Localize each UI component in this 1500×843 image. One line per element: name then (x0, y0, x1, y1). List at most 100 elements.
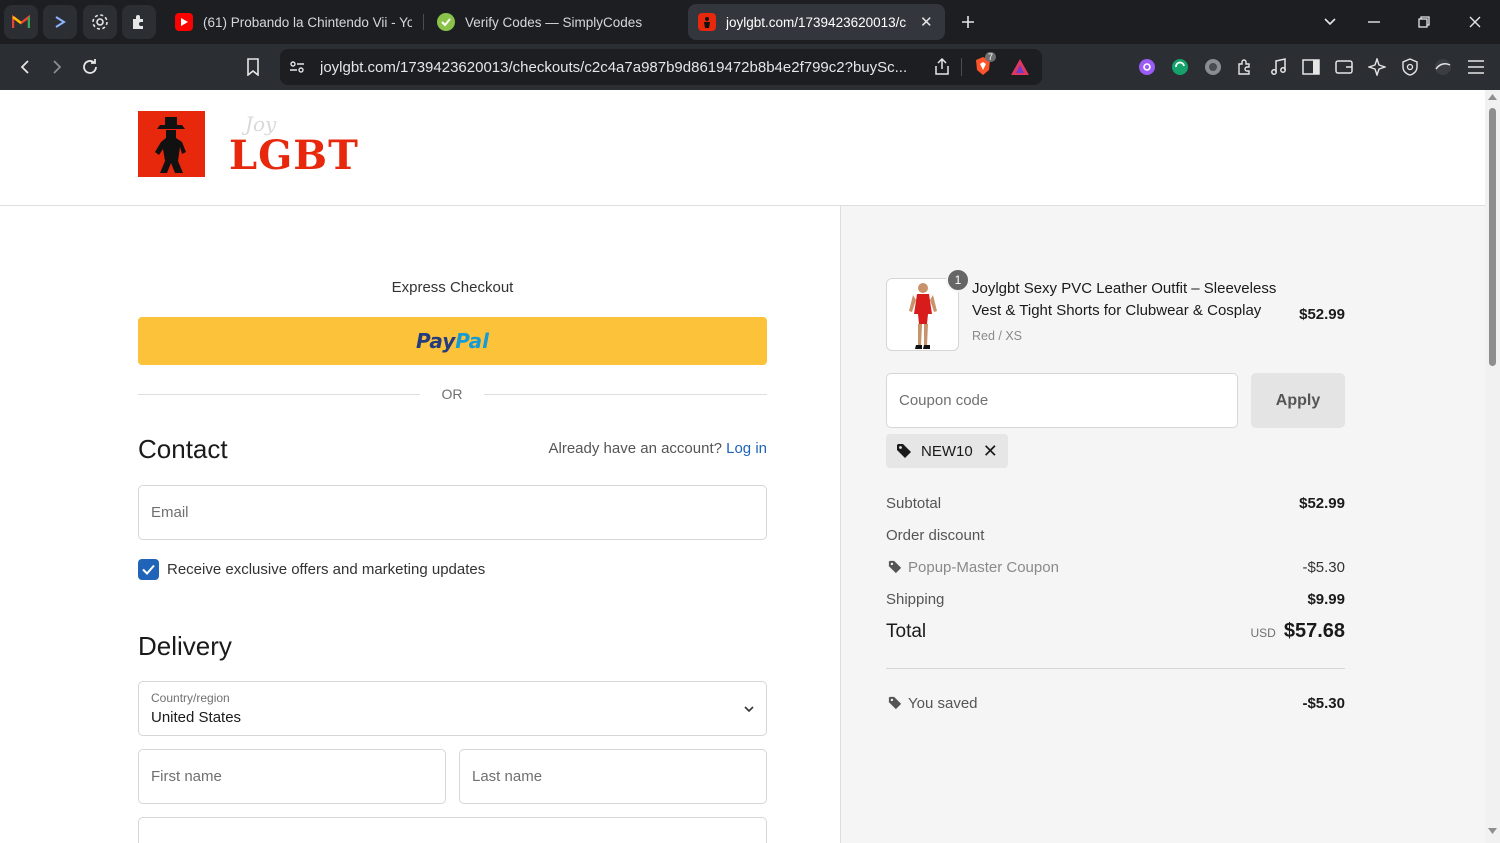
extension-grey-icon[interactable] (1202, 56, 1224, 78)
profile-avatar-icon[interactable] (1432, 56, 1454, 78)
chevron-down-icon (744, 706, 754, 713)
puzzle-icon (133, 15, 143, 29)
back-arrow-icon[interactable] (13, 55, 37, 79)
tab-joylgbt-active[interactable]: joylgbt.com/1739423620013/ch ✕ (688, 4, 945, 40)
applied-coupon-chip: NEW10 ✕ (886, 434, 1008, 468)
extension-green-icon[interactable] (1169, 56, 1191, 78)
gmail-icon (12, 15, 30, 28)
tab-title: joylgbt.com/1739423620013/ch (726, 14, 906, 30)
brave-shields-icon[interactable]: 7 (974, 52, 997, 78)
marketing-checkbox[interactable] (138, 559, 159, 580)
tab-simplycodes[interactable]: Verify Codes — SimplyCodes (437, 4, 677, 40)
paypal-logo-pal: Pal (455, 329, 490, 353)
login-link[interactable]: Log in (726, 440, 767, 457)
total-label: Total (886, 621, 927, 642)
you-saved-value: -$5.30 (1302, 695, 1345, 712)
product-thumbnail (886, 278, 959, 351)
play-arrow-icon (55, 16, 66, 28)
email-field[interactable] (138, 485, 767, 540)
extensions-pinned-tab[interactable] (122, 5, 156, 39)
first-name-input[interactable] (139, 750, 445, 803)
shipping-label: Shipping (886, 591, 945, 608)
last-name-input[interactable] (460, 750, 766, 803)
forward-arrow-icon[interactable] (45, 55, 69, 79)
menu-hamburger-icon[interactable] (1465, 56, 1487, 78)
scrollbar-thumb[interactable] (1489, 108, 1496, 366)
product-variant: Red / XS (972, 329, 1023, 343)
product-title: Joylgbt Sexy PVC Leather Outfit – Sleeve… (972, 280, 1277, 319)
close-tab-icon[interactable]: ✕ (920, 13, 933, 31)
product-price: $52.99 (1299, 306, 1345, 323)
email-input[interactable] (139, 486, 766, 539)
coupon-input[interactable] (887, 374, 1237, 427)
last-name-field[interactable] (459, 749, 767, 804)
tab-title: (61) Probando la Chintendo Vii - Yo (203, 14, 412, 30)
address-bar[interactable]: joylgbt.com/1739423620013/checkouts/c2c4… (280, 49, 1042, 85)
checkout-page: Joy LGBT Express Checkout PayPal OR Cont… (0, 90, 1485, 843)
site-settings-icon[interactable] (289, 59, 305, 75)
close-window-icon[interactable] (1463, 10, 1487, 34)
check-icon (437, 13, 455, 31)
music-note-icon[interactable] (1267, 56, 1289, 78)
discount-tag-icon (888, 560, 902, 574)
or-divider-left (138, 394, 420, 395)
discount-value: -$5.30 (1302, 559, 1345, 576)
subtotal-label: Subtotal (886, 495, 942, 512)
paypal-button[interactable]: PayPal (138, 317, 767, 365)
address-field[interactable] (138, 817, 767, 843)
brave-rewards-icon[interactable] (1010, 58, 1030, 76)
store-logo-image[interactable] (138, 111, 205, 177)
extensions-puzzle-icon[interactable] (1234, 56, 1256, 78)
scroll-down-arrow-icon[interactable] (1488, 828, 1497, 834)
account-prompt: Already have an account? Log in (447, 440, 768, 457)
leo-ai-sparkle-icon[interactable] (1366, 56, 1388, 78)
browser-toolbar: joylgbt.com/1739423620013/checkouts/c2c4… (0, 44, 1500, 90)
paypal-logo: PayPal (416, 329, 489, 353)
gmail-pinned-tab[interactable] (4, 5, 38, 39)
tag-icon (897, 444, 911, 458)
wallet-icon[interactable] (1333, 56, 1355, 78)
or-divider-right (484, 394, 767, 395)
share-icon[interactable] (933, 58, 951, 76)
bookmark-icon[interactable] (241, 55, 265, 79)
extension-purple-icon[interactable] (1136, 56, 1158, 78)
savings-tag-icon (888, 696, 902, 710)
tab-list-chevron-down-icon[interactable] (1318, 10, 1342, 34)
contact-heading: Contact (138, 434, 228, 464)
country-select-label: Country/region (151, 691, 230, 705)
remove-coupon-close-icon[interactable]: ✕ (983, 442, 998, 460)
url-text[interactable]: joylgbt.com/1739423620013/checkouts/c2c4… (320, 59, 916, 76)
order-discount-label: Order discount (886, 527, 985, 544)
marketing-checkbox-label[interactable]: Receive exclusive offers and marketing u… (167, 561, 485, 578)
vpn-shield-icon[interactable] (1399, 56, 1421, 78)
you-saved-label: You saved (908, 695, 978, 712)
first-name-field[interactable] (138, 749, 446, 804)
reload-icon[interactable] (78, 55, 102, 79)
sidebar-icon[interactable] (1300, 56, 1322, 78)
cowboy-silhouette-icon (155, 117, 186, 173)
paypal-logo-pay: Pay (415, 329, 456, 353)
page-scrollbar[interactable] (1485, 90, 1500, 843)
express-checkout-label: Express Checkout (391, 279, 514, 296)
new-tab-icon[interactable] (956, 10, 980, 34)
tab-separator (423, 14, 424, 30)
tab-title: Verify Codes — SimplyCodes (465, 14, 643, 30)
settings-pinned-tab[interactable] (83, 5, 117, 39)
store-logo-text[interactable]: LGBT (229, 136, 359, 176)
total-currency: USD (1250, 626, 1276, 640)
joylgbt-favicon-icon (698, 13, 716, 31)
account-prompt-text: Already have an account? (548, 440, 722, 457)
total-value: $57.68 (1283, 620, 1345, 642)
media-pinned-tab[interactable] (43, 5, 77, 39)
apply-coupon-button[interactable]: Apply (1251, 373, 1345, 428)
browser-tab-bar: (61) Probando la Chintendo Vii - Yo Veri… (0, 0, 1500, 44)
discount-name: Popup-Master Coupon (908, 559, 1059, 576)
country-select[interactable]: Country/region United States (138, 681, 767, 736)
scroll-up-arrow-icon[interactable] (1488, 94, 1497, 100)
tab-youtube[interactable]: (61) Probando la Chintendo Vii - Yo (175, 4, 412, 40)
coupon-field[interactable] (886, 373, 1238, 428)
restore-window-icon[interactable] (1412, 10, 1436, 34)
applied-coupon-code: NEW10 (921, 442, 973, 460)
url-separator (961, 58, 962, 76)
minimize-icon[interactable] (1362, 10, 1386, 34)
